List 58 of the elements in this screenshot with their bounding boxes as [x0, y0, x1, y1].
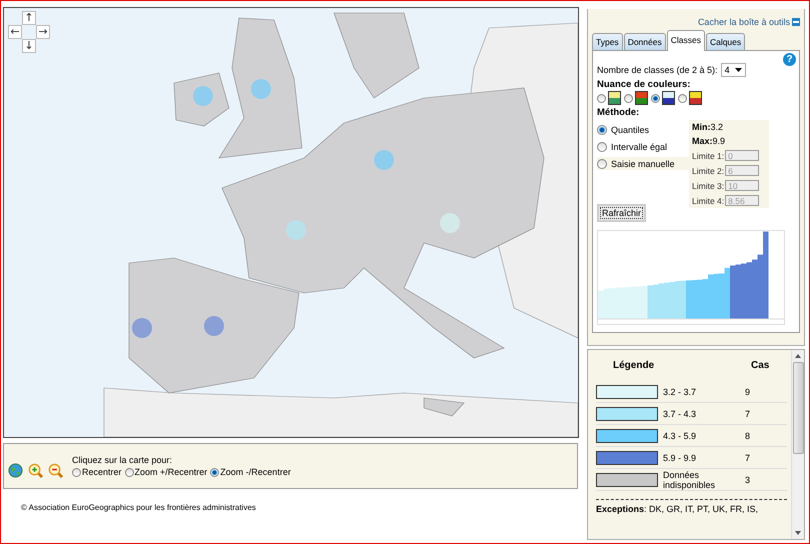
pan-button[interactable]: ↑	[22, 11, 36, 25]
method-option[interactable]: Saisie manuelle	[597, 157, 689, 170]
pan-button[interactable]: ↓	[22, 39, 36, 53]
collapse-icon[interactable]	[792, 18, 800, 26]
help-icon[interactable]: ?	[783, 53, 796, 66]
caret-icon	[734, 68, 742, 72]
palette-label: Nuance de couleurs:	[597, 79, 692, 90]
scroll-up-icon[interactable]	[795, 354, 801, 358]
zoom-out-icon[interactable]	[48, 462, 63, 478]
limit-label: Limite 3:	[692, 180, 724, 190]
palette-radio[interactable]	[624, 94, 633, 102]
copyright-text: © Association EuroGeographics pour les frontières administratives	[21, 503, 257, 512]
stat-text: Max:9.9	[692, 136, 726, 146]
legend-count: 8	[745, 430, 750, 440]
palette-radio[interactable]	[651, 94, 660, 102]
legend-count: 9	[745, 386, 750, 396]
pan-button[interactable]: ←	[8, 25, 22, 39]
classes-dropdown[interactable]: 4	[720, 63, 746, 77]
legend-count: 7	[745, 452, 750, 462]
map-click-option[interactable]: Zoom +/Recentrer	[124, 467, 208, 477]
method-label: Méthode:	[597, 107, 640, 118]
legend-label: 4.3 - 5.9	[663, 430, 698, 440]
limit-label: Limite 1:	[692, 150, 724, 160]
method-option[interactable]: Quantiles	[597, 123, 689, 136]
legend-label: 5.9 - 9.9	[663, 452, 698, 462]
palette-swatch[interactable]	[689, 91, 702, 105]
refresh-button[interactable]: Rafraîchir	[597, 204, 646, 222]
legend-label: Données indisponibles	[663, 470, 716, 490]
legend-title: Légende	[613, 360, 656, 371]
classes-label: Nombre de classes (de 2 à 5):	[597, 65, 718, 75]
map-click-label: Cliquez sur la carte pour:	[72, 455, 174, 465]
legend-label: 3.7 - 4.3	[663, 408, 698, 418]
map-click-option[interactable]: Zoom -/Recentrer	[210, 467, 291, 477]
hide-toolbox-link[interactable]: Cacher la boîte à outils	[698, 17, 790, 27]
palette-radio[interactable]	[678, 94, 687, 102]
legend-count: 7	[745, 408, 750, 418]
scrollbar[interactable]	[791, 350, 804, 539]
pan-button[interactable]: →	[36, 25, 50, 39]
tab[interactable]: Types	[592, 33, 623, 50]
limit-label: Limite 4:	[692, 196, 724, 206]
legend-label: 3.2 - 3.7	[663, 386, 698, 396]
tab[interactable]: Calques	[706, 33, 746, 50]
count-header: Cas	[751, 360, 770, 371]
limit-label: Limite 2:	[692, 166, 724, 176]
zoom-in-icon[interactable]	[28, 462, 43, 478]
scroll-down-icon[interactable]	[795, 531, 801, 535]
globe-icon[interactable]	[8, 462, 23, 478]
method-option[interactable]: Intervalle égal	[597, 140, 689, 153]
exceptions-text: Exceptions: DK, GR, IT, PT, UK, FR, IS,	[596, 499, 787, 514]
tab[interactable]: Classes	[666, 30, 705, 51]
stat-text: Min:3.2	[692, 122, 724, 132]
palette-swatch[interactable]	[608, 91, 621, 105]
palette-radio[interactable]	[597, 94, 606, 102]
map-click-option[interactable]: Recentrer	[72, 467, 122, 477]
legend-count: 3	[745, 474, 750, 484]
palette-swatch[interactable]	[662, 91, 675, 105]
palette-swatch[interactable]	[635, 91, 648, 105]
tab[interactable]: Données	[624, 33, 666, 50]
